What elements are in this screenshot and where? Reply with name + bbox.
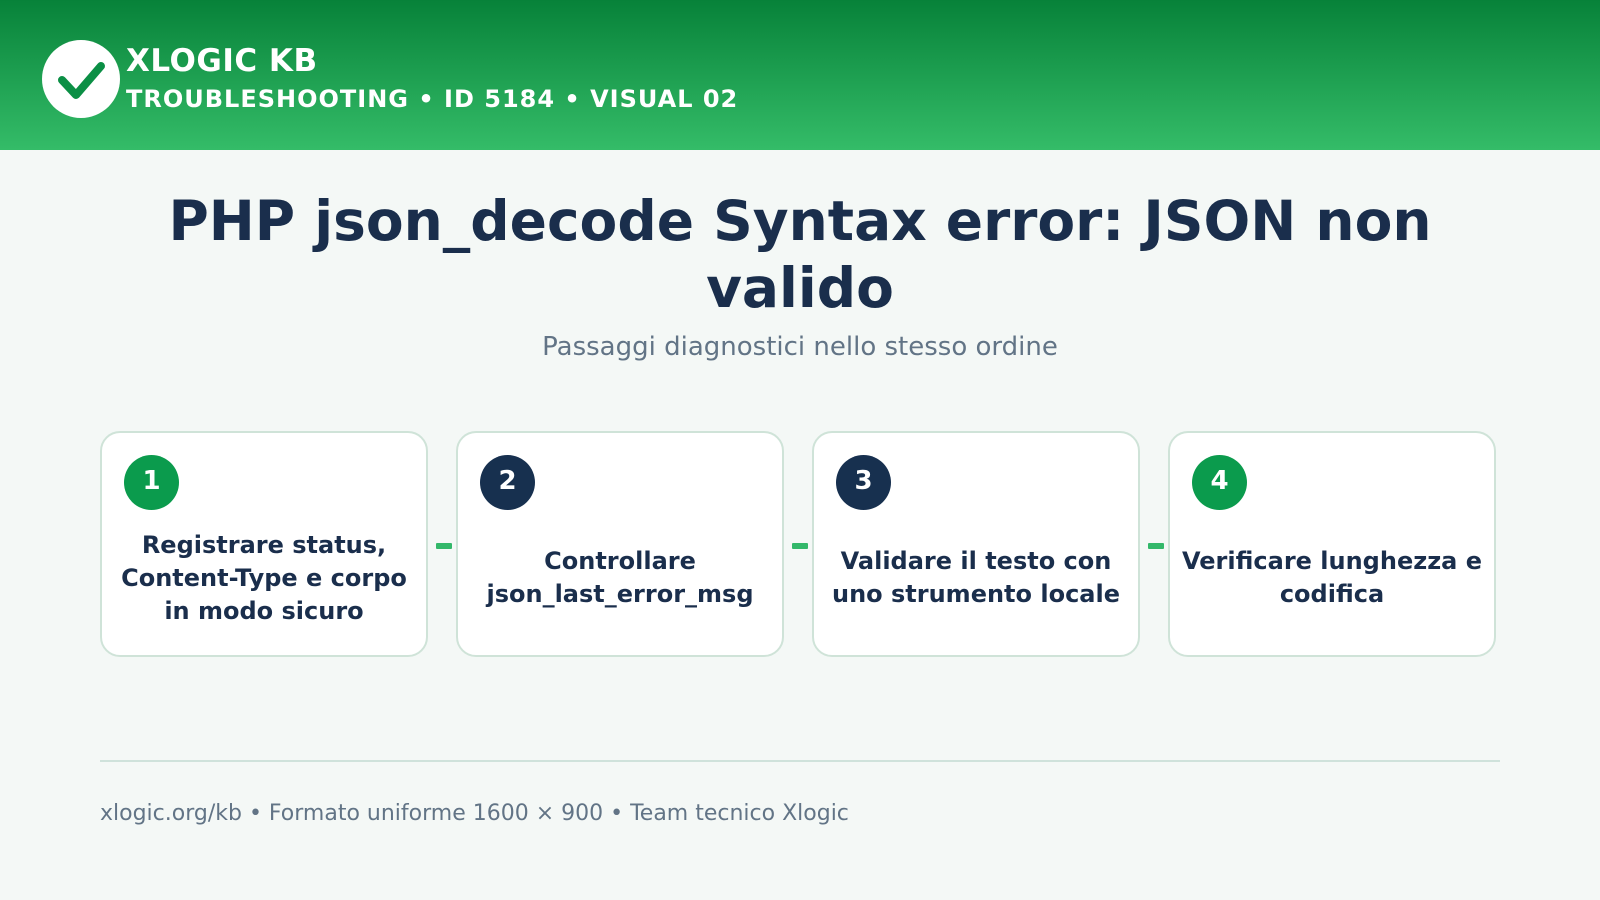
breadcrumb: TROUBLESHOOTING • ID 5184 • VISUAL 02 (126, 85, 739, 113)
check-icon (58, 62, 105, 99)
step-connector (792, 543, 808, 549)
step-connector (1148, 543, 1164, 549)
page-subtitle: Passaggi diagnostici nello stesso ordine (542, 332, 1058, 362)
page-title: PHP json_decode Syntax error: JSON non v… (168, 189, 1432, 320)
footer-text: xlogic.org/kb • Formato uniforme 1600 × … (100, 801, 849, 826)
step-text: Verificare lunghezza e codifica (1182, 547, 1482, 608)
step-text: Registrare status, Content-Type e corpo … (121, 530, 407, 625)
step-text: Controllare json_last_error_msg (486, 547, 754, 608)
step-number-badge: 2 (480, 455, 535, 510)
logo-badge (42, 40, 120, 118)
step-card-2: 2 Controllare json_last_error_msg (456, 431, 784, 657)
header-banner: XLOGIC KB TROUBLESHOOTING • ID 5184 • VI… (0, 0, 1600, 150)
brand-title: XLOGIC KB (126, 43, 318, 79)
footer-divider (100, 760, 1500, 762)
step-card-3: 3 Validare il testo con uno strumento lo… (812, 431, 1140, 657)
step-text: Validare il testo con uno strumento loca… (831, 547, 1121, 608)
step-number-badge: 4 (1192, 455, 1247, 510)
step-card-1: 1 Registrare status, Content-Type e corp… (100, 431, 428, 657)
step-number-badge: 3 (836, 455, 891, 510)
step-card-4: 4 Verificare lunghezza e codifica (1168, 431, 1496, 657)
step-number-badge: 1 (124, 455, 179, 510)
step-connector (436, 543, 452, 549)
